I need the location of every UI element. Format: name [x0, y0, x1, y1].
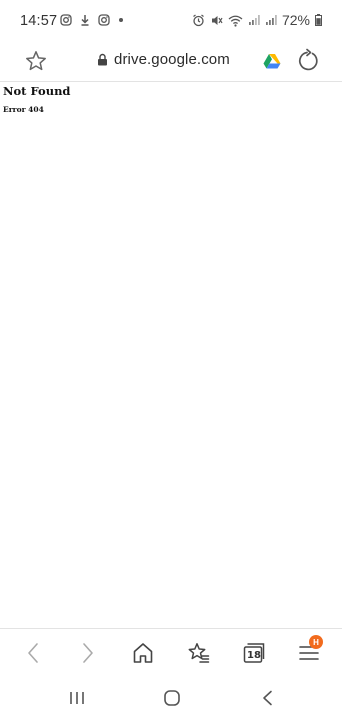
status-system-icons: 72% [192, 12, 322, 28]
bookmarks-icon [187, 641, 211, 665]
web-page-content: Not Found Error 404 [0, 82, 342, 628]
status-time: 14:57 [20, 13, 58, 29]
mute-icon [210, 14, 223, 27]
home-icon [131, 641, 155, 665]
lock-icon [97, 53, 108, 66]
url-field[interactable]: drive.google.com [97, 51, 230, 68]
recent-apps-button[interactable] [66, 687, 88, 709]
status-notification-icons [60, 14, 124, 26]
home-button[interactable] [130, 640, 156, 666]
url-text: drive.google.com [114, 51, 230, 68]
back-icon [259, 689, 277, 707]
wifi-icon [228, 14, 243, 27]
menu-notification-badge: H [309, 635, 323, 649]
google-drive-icon[interactable] [263, 53, 281, 69]
star-icon[interactable] [24, 49, 48, 73]
instagram-icon [98, 14, 110, 26]
system-navigation-bar [0, 676, 342, 720]
system-back-button[interactable] [257, 687, 279, 709]
instagram-icon [60, 14, 72, 26]
tabs-button[interactable]: 18 [241, 640, 267, 666]
status-bar: 14:57 72% [0, 0, 342, 42]
address-bar: drive.google.com [0, 42, 342, 82]
back-button[interactable] [20, 640, 46, 666]
battery-percent: 72% [281, 12, 310, 28]
system-home-button[interactable] [161, 687, 183, 709]
battery-icon [315, 14, 322, 26]
recent-apps-icon [68, 689, 86, 707]
forward-icon [81, 642, 95, 664]
bookmarks-button[interactable] [186, 640, 212, 666]
browser-toolbar: 18 [0, 628, 342, 676]
download-icon [80, 14, 90, 26]
back-icon [26, 642, 40, 664]
tab-count: 18 [247, 650, 261, 661]
home-button-icon [163, 689, 181, 707]
signal-icon [248, 14, 260, 26]
reload-icon[interactable] [294, 48, 320, 74]
forward-button[interactable] [75, 640, 101, 666]
signal-icon [265, 14, 277, 26]
alarm-icon [192, 14, 205, 27]
dot-icon [118, 14, 124, 26]
page-title: Not Found [3, 84, 71, 98]
error-message: Error 404 [3, 105, 44, 114]
